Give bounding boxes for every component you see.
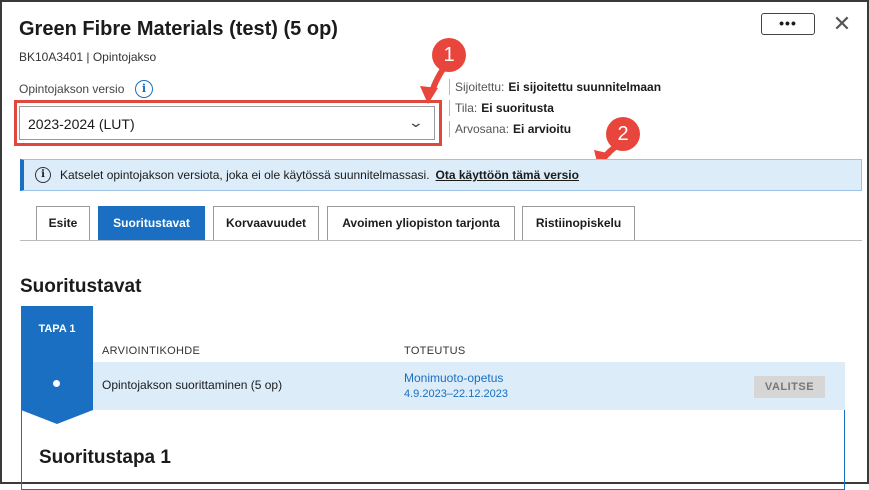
tapa-tab[interactable]: TAPA 1: [21, 306, 93, 410]
tab-esite[interactable]: Esite: [36, 206, 90, 240]
column-header-assessment: ARVIOINTIKOHDE: [102, 345, 201, 357]
section-heading: Suoritustavat: [20, 276, 142, 297]
tabs-divider: [20, 240, 862, 241]
info-icon: i: [35, 167, 51, 183]
assessment-item: Opintojakson suorittaminen (5 op): [102, 378, 283, 392]
tab-suoritustavat[interactable]: Suoritustavat: [98, 206, 205, 240]
banner-message: Katselet opintojakson versiota, joka ei …: [60, 168, 430, 182]
select-button[interactable]: VALITSE: [754, 376, 825, 398]
tab-ristiinopiskelu[interactable]: Ristiinopiskelu: [522, 206, 635, 240]
callout-badge-2: 2: [606, 117, 640, 151]
implementation-dates: 4.9.2023–22.12.2023: [404, 388, 508, 400]
tab-avoimen-yliopiston-tarjonta[interactable]: Avoimen yliopiston tarjonta: [327, 206, 515, 240]
activate-version-link[interactable]: Ota käyttöön tämä versio: [436, 168, 579, 182]
detail-title: Suoritustapa 1: [39, 447, 171, 468]
implementation-link[interactable]: Monimuoto-opetus: [404, 371, 503, 385]
tab-korvaavuudet[interactable]: Korvaavuudet: [213, 206, 319, 240]
selected-dot-icon: [53, 380, 60, 387]
table-row: Opintojakson suorittaminen (5 op) Monimu…: [93, 362, 845, 410]
tapa-label: TAPA 1: [38, 323, 76, 335]
callout-badge-1: 1: [432, 38, 466, 72]
column-header-implementation: TOTEUTUS: [404, 345, 466, 357]
info-banner: i Katselet opintojakson versiota, joka e…: [20, 159, 862, 191]
